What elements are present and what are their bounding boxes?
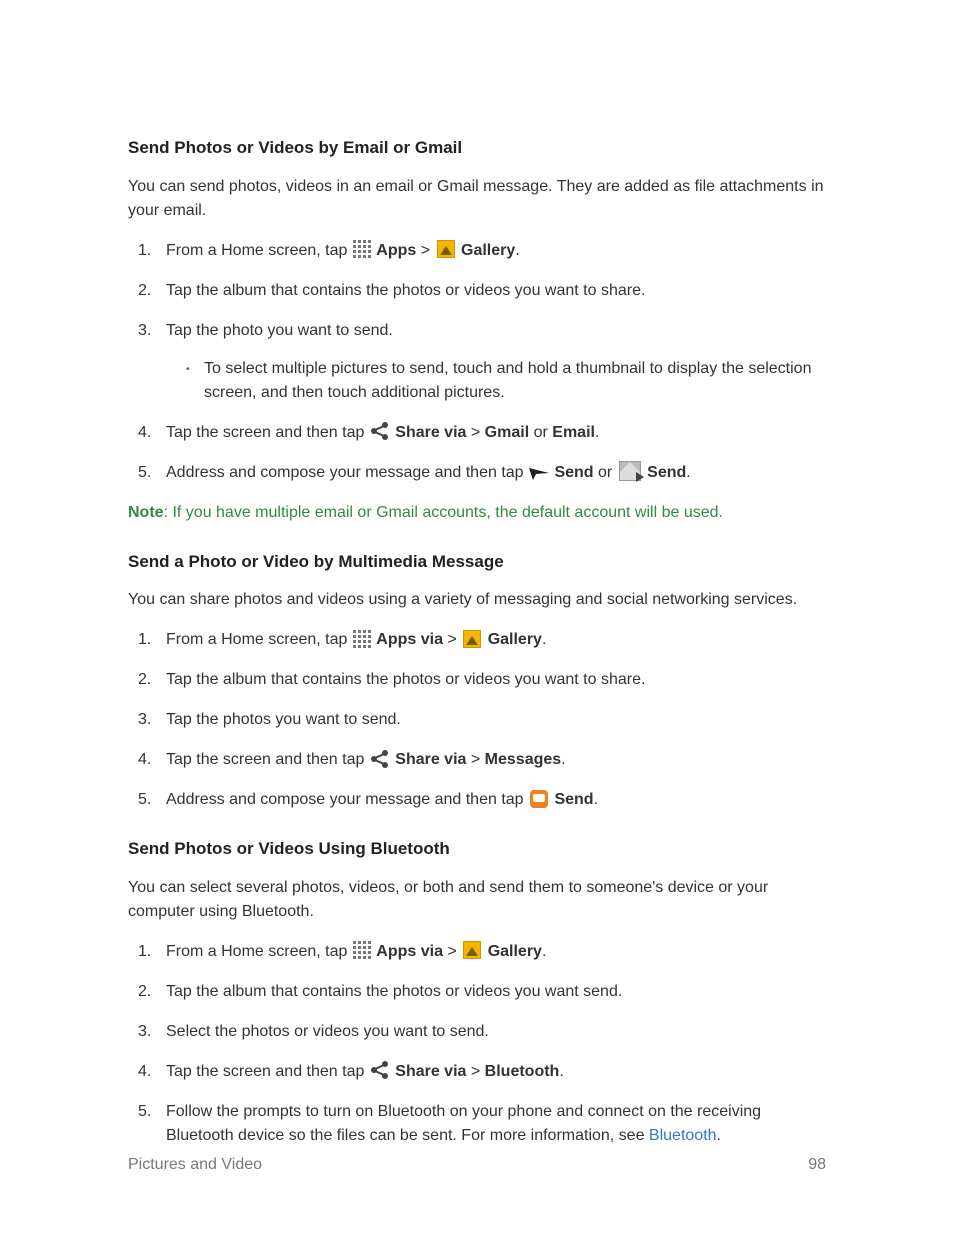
text: From a Home screen, tap: [166, 242, 352, 259]
send-label: Send: [554, 791, 593, 808]
text: Tap the photo you want to send.: [166, 322, 393, 339]
substeps: To select multiple pictures to send, tou…: [186, 357, 826, 405]
intro-email: You can send photos, videos in an email …: [128, 175, 826, 223]
step: From a Home screen, tap Apps > Gallery.: [138, 239, 826, 263]
messages-label: Messages: [485, 751, 562, 768]
send-label: Send: [647, 464, 686, 481]
email-label: Email: [552, 424, 595, 441]
steps-email: From a Home screen, tap Apps > Gallery. …: [138, 239, 826, 485]
steps-bluetooth: From a Home screen, tap Apps via > Galle…: [138, 940, 826, 1148]
step: Address and compose your message and the…: [138, 788, 826, 812]
step: Tap the screen and then tap Share via > …: [138, 1060, 826, 1084]
mail-send-icon: [619, 461, 641, 481]
share-icon: [371, 750, 389, 768]
step: Follow the prompts to turn on Bluetooth …: [138, 1100, 826, 1148]
share-label: Share via: [395, 424, 466, 441]
intro-bluetooth: You can select several photos, videos, o…: [128, 876, 826, 924]
gallery-icon: [463, 941, 481, 959]
text: Tap the screen and then tap: [166, 1063, 369, 1080]
text: or: [534, 424, 553, 441]
message-send-icon: [530, 790, 548, 808]
apps-label: Apps: [376, 242, 416, 259]
text: From a Home screen, tap: [166, 631, 352, 648]
period: .: [594, 791, 598, 808]
period: .: [542, 943, 546, 960]
heading-bluetooth: Send Photos or Videos Using Bluetooth: [128, 836, 826, 862]
step: Tap the album that contains the photos o…: [138, 279, 826, 303]
step: Address and compose your message and the…: [138, 461, 826, 485]
period: .: [561, 751, 565, 768]
note-label: Note: [128, 504, 164, 521]
step: Tap the album that contains the photos o…: [138, 668, 826, 692]
period: .: [717, 1127, 721, 1144]
text: >: [471, 751, 485, 768]
gallery-label: Gallery: [461, 242, 515, 259]
step: Tap the screen and then tap Share via > …: [138, 421, 826, 445]
gmail-label: Gmail: [485, 424, 529, 441]
text: Tap the screen and then tap: [166, 424, 369, 441]
apps-icon: [353, 941, 371, 959]
text: or: [598, 464, 617, 481]
share-icon: [371, 1061, 389, 1079]
step: Tap the photos you want to send.: [138, 708, 826, 732]
bluetooth-link[interactable]: Bluetooth: [649, 1127, 717, 1144]
step: Tap the screen and then tap Share via > …: [138, 748, 826, 772]
step: Select the photos or videos you want to …: [138, 1020, 826, 1044]
page-number: 98: [808, 1153, 826, 1177]
apps-label: Apps via: [376, 943, 443, 960]
text: >: [421, 242, 435, 259]
step: From a Home screen, tap Apps via > Galle…: [138, 940, 826, 964]
heading-mms: Send a Photo or Video by Multimedia Mess…: [128, 549, 826, 575]
gallery-icon: [437, 240, 455, 258]
send-arrow-icon: [529, 464, 549, 478]
substep: To select multiple pictures to send, tou…: [186, 357, 826, 405]
text: Address and compose your message and the…: [166, 791, 528, 808]
apps-label: Apps via: [376, 631, 443, 648]
period: .: [559, 1063, 563, 1080]
share-label: Share via: [395, 1063, 466, 1080]
text: From a Home screen, tap: [166, 943, 352, 960]
note-email: Note: If you have multiple email or Gmai…: [128, 501, 826, 525]
bluetooth-label: Bluetooth: [485, 1063, 560, 1080]
steps-mms: From a Home screen, tap Apps via > Galle…: [138, 628, 826, 812]
text: >: [471, 1063, 485, 1080]
step: Tap the album that contains the photos o…: [138, 980, 826, 1004]
apps-icon: [353, 240, 371, 258]
text: >: [447, 943, 461, 960]
share-icon: [371, 422, 389, 440]
heading-email: Send Photos or Videos by Email or Gmail: [128, 135, 826, 161]
step: Tap the photo you want to send. To selec…: [138, 319, 826, 405]
send-label: Send: [554, 464, 593, 481]
gallery-label: Gallery: [488, 943, 542, 960]
text: Address and compose your message and the…: [166, 464, 528, 481]
step: From a Home screen, tap Apps via > Galle…: [138, 628, 826, 652]
intro-mms: You can share photos and videos using a …: [128, 588, 826, 612]
page-footer: Pictures and Video 98: [128, 1153, 826, 1177]
note-text: : If you have multiple email or Gmail ac…: [164, 504, 723, 521]
footer-left: Pictures and Video: [128, 1153, 262, 1177]
text: Tap the screen and then tap: [166, 751, 369, 768]
text: >: [447, 631, 461, 648]
period: .: [686, 464, 690, 481]
gallery-label: Gallery: [488, 631, 542, 648]
gallery-icon: [463, 630, 481, 648]
period: .: [542, 631, 546, 648]
share-label: Share via: [395, 751, 466, 768]
apps-icon: [353, 630, 371, 648]
period: .: [515, 242, 519, 259]
text: >: [471, 424, 485, 441]
period: .: [595, 424, 599, 441]
